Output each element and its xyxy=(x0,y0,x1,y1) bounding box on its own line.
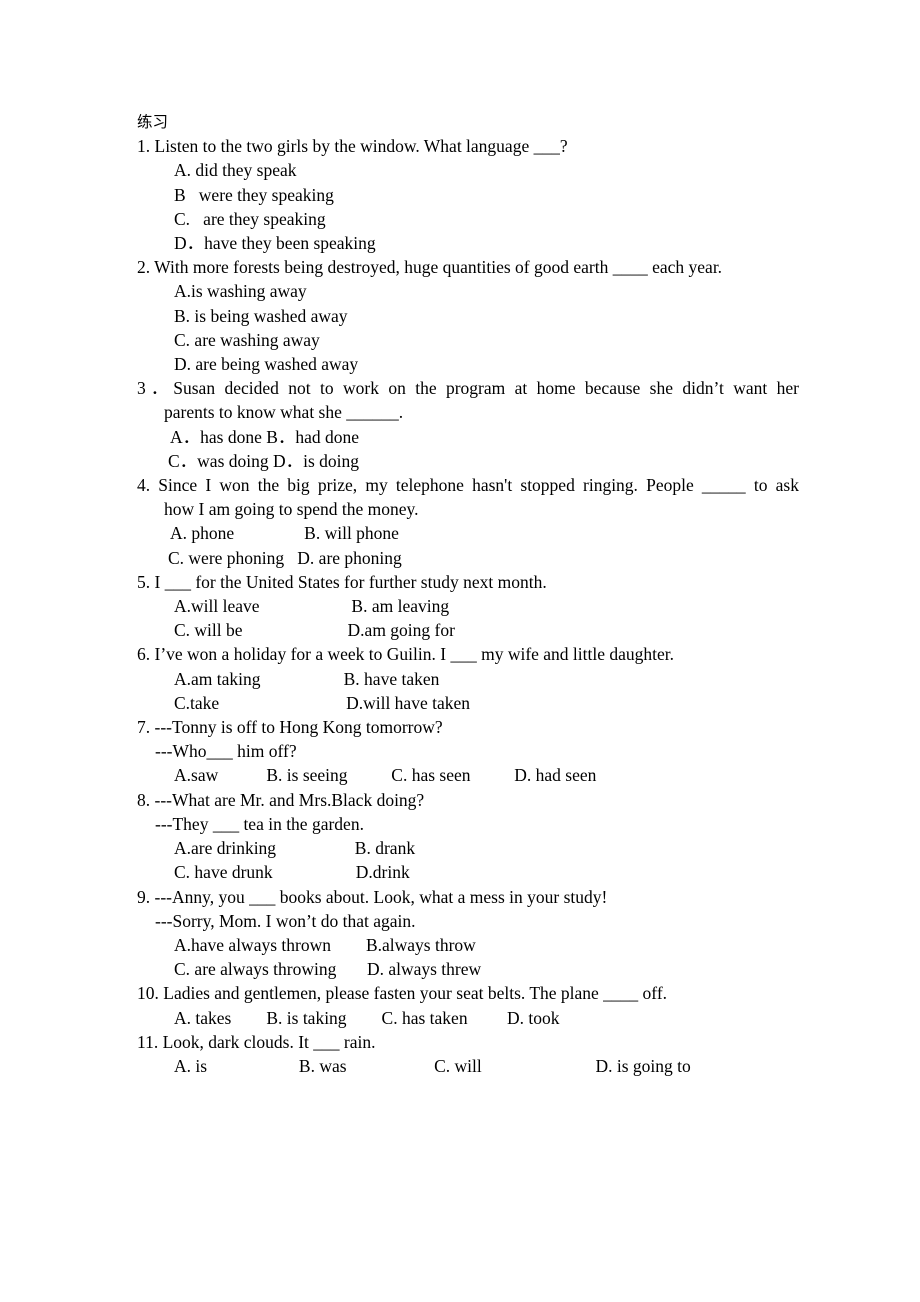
option-5-cd[interactable]: C. will be D.am going for xyxy=(174,618,800,642)
question-stem-11: 11. Look, dark clouds. It ___ rain. xyxy=(137,1031,376,1052)
document-body: 练习 1. Listen to the two girls by the win… xyxy=(137,110,800,1078)
question-stem-4-line1: 4. Since I won the big prize, my telepho… xyxy=(137,475,799,496)
question-stem-8-line2: ---They ___ tea in the garden. xyxy=(155,813,364,834)
option-1-a[interactable]: A. did they speak xyxy=(174,158,800,182)
question-stem-8-line1: 8. ---What are Mr. and Mrs.Black doing? xyxy=(137,789,425,810)
option-2-b[interactable]: B. is being washed away xyxy=(174,304,800,328)
option-8-ab[interactable]: A.are drinking B. drank xyxy=(174,836,800,860)
question-stem-7-line2: ---Who___ him off? xyxy=(155,741,297,762)
option-1-c[interactable]: C. are they speaking xyxy=(174,207,800,231)
option-2-c[interactable]: C. are washing away xyxy=(174,328,800,352)
question-stem-3-line1: 3．Susan decided not to work on the progr… xyxy=(137,378,799,399)
document-page: 练习 1. Listen to the two girls by the win… xyxy=(0,0,920,1302)
option-3-ab[interactable]: A．has done B．had done xyxy=(170,425,800,449)
option-1-b[interactable]: B were they speaking xyxy=(174,183,800,207)
question-stem-9-line2: ---Sorry, Mom. I won’t do that again. xyxy=(155,910,416,931)
question-stem-4-line2: how I am going to spend the money. xyxy=(164,499,419,520)
option-4-cd[interactable]: C. were phoning D. are phoning xyxy=(168,546,800,570)
question-stem-9-line1: 9. ---Anny, you ___ books about. Look, w… xyxy=(137,886,608,907)
option-2-d[interactable]: D. are being washed away xyxy=(174,352,800,376)
question-stem-3-line2: parents to know what she ______. xyxy=(164,402,404,423)
question-stem-6: 6. I’ve won a holiday for a week to Guil… xyxy=(137,644,675,665)
option-11-abcd[interactable]: A. is B. was C. will D. is going to xyxy=(174,1054,800,1078)
option-7-abcd[interactable]: A.saw B. is seeing C. has seen D. had se… xyxy=(174,763,800,787)
document-title-cn: 练习 xyxy=(137,113,169,131)
option-9-cd[interactable]: C. are always throwing D. always threw xyxy=(174,957,800,981)
option-6-cd[interactable]: C.take D.will have taken xyxy=(174,691,800,715)
option-4-ab[interactable]: A. phone B. will phone xyxy=(170,521,800,545)
option-9-ab[interactable]: A.have always thrown B.always throw xyxy=(174,933,800,957)
question-stem-5: 5. I ___ for the United States for furth… xyxy=(137,571,547,592)
option-6-ab[interactable]: A.am taking B. have taken xyxy=(174,667,800,691)
option-1-d[interactable]: D．have they been speaking xyxy=(174,231,800,255)
option-5-ab[interactable]: A.will leave B. am leaving xyxy=(174,594,800,618)
question-stem-2: 2. With more forests being destroyed, hu… xyxy=(137,257,723,278)
question-stem-1: 1. Listen to the two girls by the window… xyxy=(137,136,568,157)
question-stem-10: 10. Ladies and gentlemen, please fasten … xyxy=(137,983,668,1004)
question-stem-7-line1: 7. ---Tonny is off to Hong Kong tomorrow… xyxy=(137,717,443,738)
option-2-a[interactable]: A.is washing away xyxy=(174,279,800,303)
option-3-cd[interactable]: C．was doing D．is doing xyxy=(168,449,800,473)
option-10-abcd[interactable]: A. takes B. is taking C. has taken D. to… xyxy=(174,1006,800,1030)
option-8-cd[interactable]: C. have drunk D.drink xyxy=(174,860,800,884)
